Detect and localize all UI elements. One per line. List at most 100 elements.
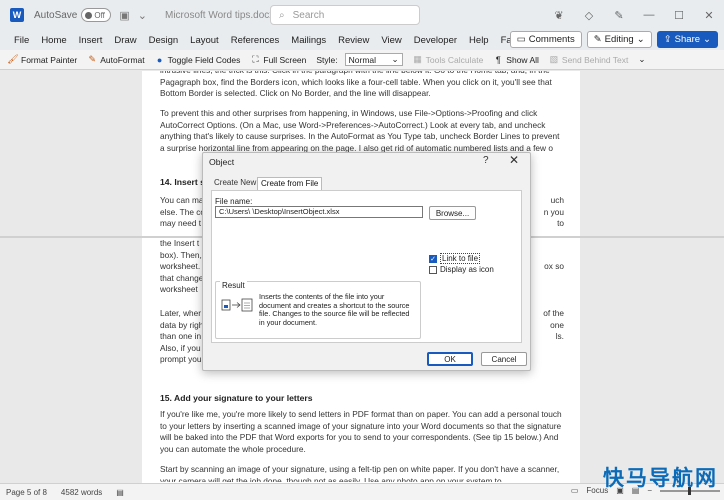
autosave-state: Off [94, 10, 105, 20]
menu-insert[interactable]: Insert [79, 35, 103, 46]
toggle-knob [85, 11, 93, 19]
tab-create-from-file[interactable]: Create from File [257, 177, 323, 190]
word-count[interactable]: 4582 words [61, 488, 102, 497]
send-behind-text-button[interactable]: ▧ Send Behind Text [549, 54, 629, 65]
result-description: Inserts the contents of the file into yo… [259, 292, 410, 327]
checkbox-unchecked-icon [429, 265, 437, 274]
tab-panel: File name: C:\Users\ \Desktop\InsertObje… [211, 190, 522, 343]
toggle-field-codes-button[interactable]: ● Toggle Field Codes [155, 54, 241, 65]
focus-icon[interactable]: ▭ [571, 486, 579, 495]
close-icon[interactable]: ✕ [694, 9, 724, 22]
autoformat-icon: ✎ [88, 54, 96, 64]
menu-file[interactable]: File [14, 35, 29, 46]
text-line: to [557, 218, 564, 229]
object-dialog: Object ? ✕ Create New Create from File F… [202, 152, 531, 371]
menu-view[interactable]: View [381, 35, 401, 46]
menu-design[interactable]: Design [149, 35, 179, 46]
send-behind-icon: ▧ [549, 54, 559, 64]
pen-icon: ✎ [593, 34, 602, 45]
watermark: 快马导航网 [603, 466, 718, 490]
menu-help[interactable]: Help [469, 35, 489, 46]
paragraph: To prevent this and other surprises from… [160, 108, 560, 153]
show-all-button[interactable]: ¶ Show All [493, 55, 539, 65]
menu-draw[interactable]: Draw [114, 35, 136, 46]
toggle-field-codes-label: Toggle Field Codes [167, 54, 241, 65]
menu-references[interactable]: References [231, 35, 280, 46]
text-line: ls. [555, 331, 564, 342]
tools-calculate-label: Tools Calculate [425, 54, 484, 65]
paragraph-right-fragment: uch n you to [532, 195, 564, 230]
comments-button[interactable]: ▭ Comments [509, 31, 582, 48]
ribbon-more-button[interactable]: ⌄ [638, 54, 645, 65]
tools-calculate-button[interactable]: ▦ Tools Calculate [413, 54, 484, 65]
text-line: one [550, 319, 564, 330]
field-codes-icon: ● [156, 54, 163, 65]
menu-mailings[interactable]: Mailings [291, 35, 326, 46]
editing-button[interactable]: ✎ Editing ⌄ [586, 31, 652, 48]
checkbox-checked-icon: ✓ [429, 254, 437, 263]
ok-button[interactable]: OK [427, 352, 473, 366]
paragraph-right-fragment: of the one ls. [532, 308, 564, 343]
send-behind-text-label: Send Behind Text [561, 54, 629, 65]
pen-icon[interactable]: ✎ [604, 9, 634, 22]
share-button[interactable]: ⇪ Share ⌄ [656, 31, 718, 48]
cancel-button[interactable]: Cancel [481, 352, 527, 366]
heading-14: 14. Insert s [160, 177, 205, 187]
menu-home[interactable]: Home [41, 35, 66, 46]
style-value: Normal [348, 54, 377, 65]
menu-right-actions: ▭ Comments ✎ Editing ⌄ ⇪ Share ⌄ [509, 31, 718, 48]
minimize-icon[interactable]: — [634, 9, 664, 21]
menu-bar: File Home Insert Draw Design Layout Refe… [0, 30, 724, 50]
display-as-icon-checkbox[interactable]: Display as icon [429, 265, 494, 274]
calculator-icon: ▦ [413, 54, 422, 64]
search-placeholder: Search [292, 9, 325, 21]
paragraph: If you're like me, you're more likely to… [160, 409, 562, 454]
pilcrow-icon: ¶ [495, 54, 501, 65]
proofing-icon[interactable]: ▤ [116, 488, 124, 497]
chevron-down-icon[interactable]: ⌄ [138, 9, 147, 22]
save-icon[interactable]: ▣ [119, 9, 129, 22]
format-painter-label: Format Painter [21, 54, 78, 65]
chevron-down-icon: ⌄ [638, 54, 646, 64]
text-line: ox so [544, 261, 564, 271]
menu-layout[interactable]: Layout [190, 35, 219, 46]
tab-create-new[interactable]: Create New [211, 177, 259, 190]
full-screen-button[interactable]: ⛶ Full Screen [250, 54, 307, 65]
search-input[interactable]: ⌕ Search [270, 5, 420, 25]
page-count[interactable]: Page 5 of 8 [6, 488, 47, 497]
menu-developer[interactable]: Developer [414, 35, 457, 46]
full-screen-label: Full Screen [263, 54, 307, 65]
help-icon[interactable]: ? [483, 155, 489, 166]
window-controls: ❦ ◇ ✎ — ☐ ✕ [544, 0, 724, 30]
autoformat-label: AutoFormat [100, 54, 145, 65]
text-line: of the [543, 308, 564, 318]
chevron-down-icon: ⌄ [391, 54, 399, 64]
link-to-file-checkbox[interactable]: ✓ Link to file [429, 253, 481, 264]
share-label: Share [674, 34, 701, 45]
document-title: Microsoft Word tips.docx [165, 9, 275, 21]
file-name-field[interactable]: C:\Users\ \Desktop\InsertObject.xlsx [215, 206, 423, 218]
browse-button[interactable]: Browse... [429, 206, 476, 220]
result-group: Result Inserts the contents of the file … [215, 281, 421, 339]
link-document-icon [221, 298, 253, 312]
paragraph: Start by scanning an image of your signa… [160, 464, 560, 482]
chevron-down-icon: ⌄ [636, 34, 645, 45]
close-icon[interactable]: ✕ [509, 153, 519, 167]
link-to-file-label: Link to file [440, 253, 481, 264]
autosave-toggle[interactable]: Off [81, 8, 112, 22]
menu-review[interactable]: Review [338, 35, 369, 46]
diamond-icon[interactable]: ◇ [574, 9, 604, 22]
format-painter-button[interactable]: 🖌 Format Painter [7, 54, 78, 65]
comments-label: Comments [528, 34, 575, 45]
search-icon: ⌕ [279, 9, 285, 21]
style-dropdown[interactable]: Normal ⌄ [344, 53, 403, 66]
paintbrush-icon: 🖌 [7, 54, 19, 64]
share-icon: ⇪ [663, 34, 672, 45]
show-all-label: Show All [506, 54, 539, 65]
autoformat-button[interactable]: ✎ AutoFormat [87, 54, 145, 65]
butterfly-icon[interactable]: ❦ [544, 9, 574, 22]
file-name-label: File name: [215, 197, 253, 206]
text-line: uch [550, 195, 564, 205]
maximize-icon[interactable]: ☐ [664, 9, 694, 22]
word-app-icon: W [10, 8, 24, 22]
